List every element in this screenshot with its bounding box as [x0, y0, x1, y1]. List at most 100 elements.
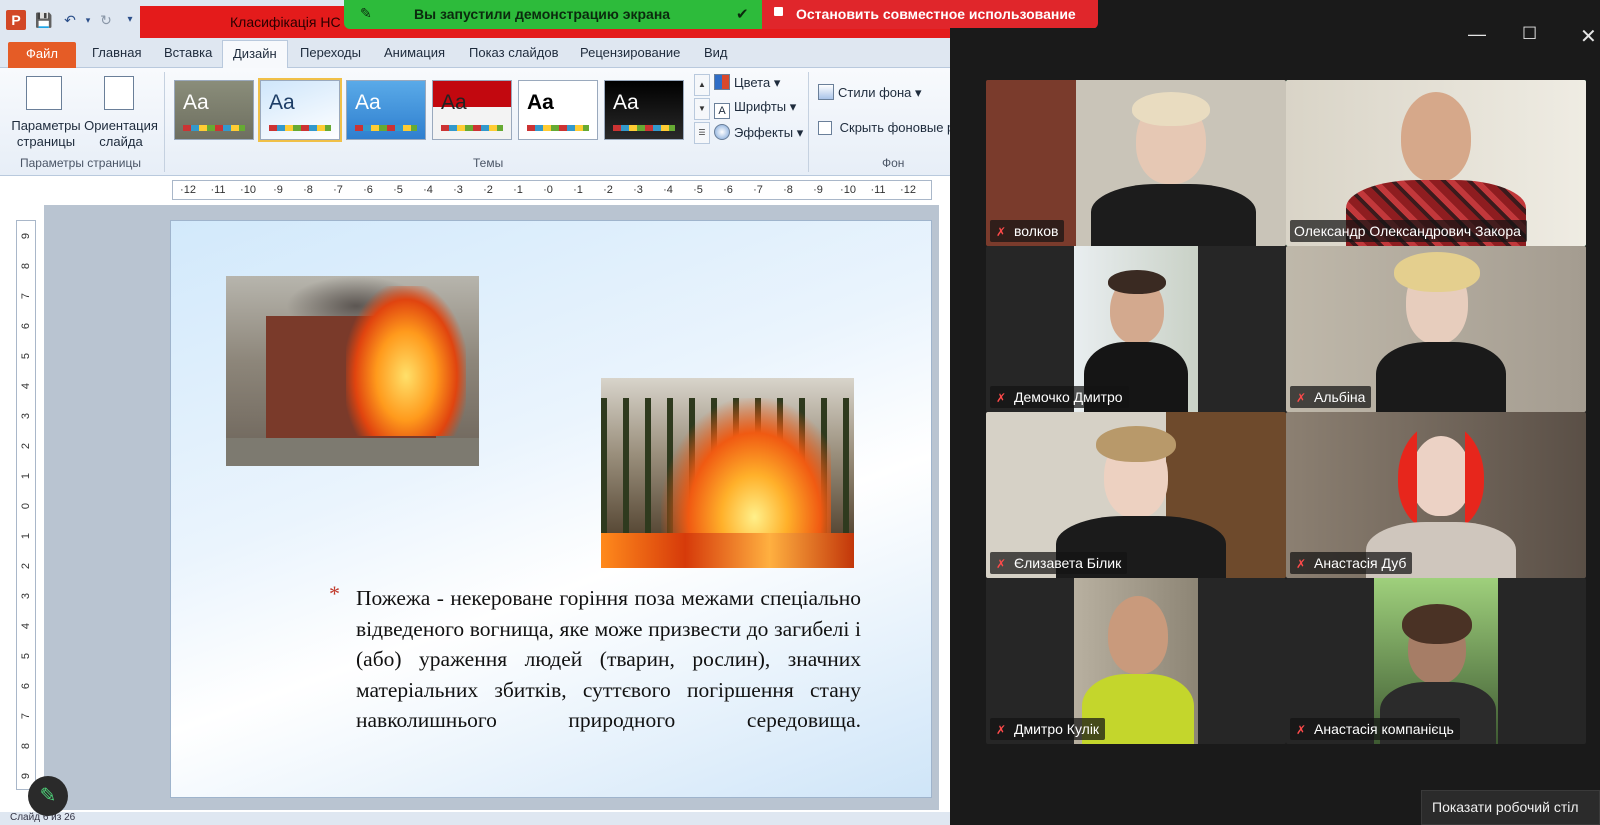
- effects-icon: [714, 124, 730, 140]
- fonts-icon: A: [714, 103, 730, 119]
- participant-name-bar: ✗ Анастасія Дуб: [1290, 552, 1413, 574]
- ruler-tick-label: 1: [20, 532, 32, 540]
- participant-tile[interactable]: ✗ Дмитро Кулік: [986, 578, 1286, 744]
- muted-mic-icon: ✗: [1295, 723, 1307, 737]
- tab-transitions[interactable]: Переходы: [300, 45, 361, 60]
- tab-review[interactable]: Рецензирование: [580, 45, 680, 60]
- slide-orientation-button[interactable]: Ориентация слайда: [82, 118, 160, 150]
- ruler-tick-label: ·0: [543, 184, 553, 196]
- ruler-tick-label: 7: [20, 292, 32, 300]
- ruler-tick-label: 5: [20, 652, 32, 660]
- burning-building-photo[interactable]: [226, 276, 479, 466]
- themes-scroll-down-button[interactable]: ▼: [694, 98, 710, 120]
- ruler-tick-label: 0: [20, 502, 32, 510]
- tab-animation[interactable]: Анимация: [384, 45, 445, 60]
- ribbon: Параметры страницы Ориентация слайда Пар…: [0, 68, 950, 176]
- minimize-icon[interactable]: —: [1468, 24, 1486, 45]
- themes-more-button[interactable]: ☰: [694, 122, 710, 144]
- ruler-tick-label: ·1: [573, 184, 583, 196]
- ribbon-tabs: Файл Главная Вставка Дизайн Переходы Ани…: [0, 40, 950, 69]
- ruler-tick-label: ·4: [663, 184, 673, 196]
- show-desktop-button[interactable]: Показати робочий стіл: [1421, 790, 1600, 825]
- muted-mic-icon: ✗: [995, 225, 1007, 239]
- ribbon-separator: [164, 72, 165, 172]
- tab-view[interactable]: Вид: [704, 45, 728, 60]
- ruler-tick-label: 8: [20, 262, 32, 270]
- save-icon[interactable]: 💾: [34, 10, 54, 30]
- undo-dropdown-icon[interactable]: ▾: [78, 10, 98, 30]
- participant-tile[interactable]: ✗ Анастасія Дуб: [1286, 412, 1586, 578]
- participant-tile-active-speaker[interactable]: Олександр Олександрович Закора: [1286, 80, 1586, 246]
- tab-home[interactable]: Главная: [92, 45, 141, 60]
- themes-scroll-up-button[interactable]: ▲: [694, 74, 710, 96]
- forest-fire-photo[interactable]: [601, 378, 854, 568]
- participant-tile[interactable]: ✗ Демочко Дмитро: [986, 246, 1286, 412]
- ruler-tick-label: 4: [20, 622, 32, 630]
- ruler-tick-label: 3: [20, 412, 32, 420]
- participant-tile[interactable]: ✗ Єлизавета Білик: [986, 412, 1286, 578]
- ruler-tick-label: ·7: [333, 184, 343, 196]
- background-styles-button[interactable]: Стили фона ▾: [818, 84, 922, 101]
- background-styles-icon: [818, 84, 834, 100]
- page-setup-group-label: Параметры страницы: [20, 156, 141, 170]
- tab-slideshow[interactable]: Показ слайдов: [469, 45, 559, 60]
- participant-tile[interactable]: ✗ Анастасія компанієць: [1286, 578, 1586, 744]
- ruler-tick-label: ·11: [870, 184, 886, 196]
- ruler-tick-label: 3: [20, 592, 32, 600]
- slide[interactable]: * Пожежа - некероване горіння поза межам…: [170, 220, 932, 798]
- redo-icon[interactable]: ↻: [96, 10, 116, 30]
- ruler-tick-label: 5: [20, 352, 32, 360]
- muted-mic-icon: ✗: [995, 723, 1007, 737]
- screen-share-status-banner: ✎ Вы запустили демонстрацию экрана ✔: [344, 0, 762, 29]
- participant-tile[interactable]: ✗ волков: [986, 80, 1286, 246]
- ruler-tick-label: ·1: [513, 184, 523, 196]
- stop-sharing-button[interactable]: Остановить совместное использование: [762, 0, 1098, 29]
- colors-icon: [714, 74, 730, 90]
- theme-thumb-1[interactable]: Aa: [174, 80, 254, 140]
- ruler-tick-label: 2: [20, 442, 32, 450]
- theme-thumb-3[interactable]: Aa: [346, 80, 426, 140]
- participant-tile[interactable]: ✗ Альбіна: [1286, 246, 1586, 412]
- pencil-icon[interactable]: ✎: [28, 776, 68, 816]
- hide-background-checkbox[interactable]: Скрыть фоновые р: [818, 120, 950, 135]
- annotate-icon[interactable]: ✎: [360, 5, 372, 22]
- ruler-tick-label: ·2: [483, 184, 493, 196]
- participant-name-bar: ✗ Анастасія компанієць: [1290, 718, 1460, 740]
- theme-thumb-2-selected[interactable]: Aa: [258, 78, 342, 142]
- participant-name-bar: ✗ Дмитро Кулік: [990, 718, 1106, 740]
- ruler-tick-label: ·2: [603, 184, 613, 196]
- themes-group-label: Темы: [473, 156, 504, 170]
- ruler-tick-label: ·6: [363, 184, 373, 196]
- muted-mic-icon: ✗: [1295, 391, 1307, 405]
- background-group-label: Фон: [882, 156, 905, 170]
- ruler-tick-label: ·8: [783, 184, 793, 196]
- ruler-tick-label: ·12: [180, 184, 196, 196]
- theme-fonts-button[interactable]: A Шрифты ▾: [714, 99, 796, 119]
- ruler-tick-label: ·9: [813, 184, 823, 196]
- undo-icon[interactable]: ↶: [60, 10, 80, 30]
- theme-thumb-6[interactable]: Aa: [604, 80, 684, 140]
- fire-definition-text[interactable]: Пожежа - некероване горіння поза межами …: [356, 583, 861, 736]
- close-icon[interactable]: ✕: [1580, 24, 1597, 49]
- muted-mic-icon: ✗: [995, 391, 1007, 405]
- slide-orientation-icon: [104, 76, 134, 110]
- ruler-tick-label: 9: [20, 232, 32, 240]
- tab-insert[interactable]: Вставка: [164, 45, 212, 60]
- ruler-tick-label: 6: [20, 682, 32, 690]
- customize-toolbar-icon[interactable]: ▾: [120, 10, 140, 30]
- theme-thumb-5[interactable]: Aa: [518, 80, 598, 140]
- vertical-ruler: 9876543210123456789: [16, 220, 36, 790]
- ruler-tick-label: ·11: [210, 184, 226, 196]
- participant-name-bar: Олександр Олександрович Закора: [1290, 220, 1527, 242]
- page-setup-button[interactable]: Параметры страницы: [8, 118, 84, 150]
- theme-effects-button[interactable]: Эффекты ▾: [714, 124, 803, 141]
- tab-file[interactable]: Файл: [8, 42, 76, 68]
- screen-share-status-text: Вы запустили демонстрацию экрана: [414, 6, 671, 22]
- maximize-icon[interactable]: ☐: [1522, 24, 1537, 44]
- ruler-tick-label: ·4: [423, 184, 433, 196]
- tab-design[interactable]: Дизайн: [222, 40, 288, 69]
- theme-thumb-4[interactable]: Aa: [432, 80, 512, 140]
- theme-colors-button[interactable]: Цвета ▾: [714, 74, 780, 91]
- window-title: Класифікація НС: [230, 14, 341, 30]
- ruler-tick-label: 7: [20, 712, 32, 720]
